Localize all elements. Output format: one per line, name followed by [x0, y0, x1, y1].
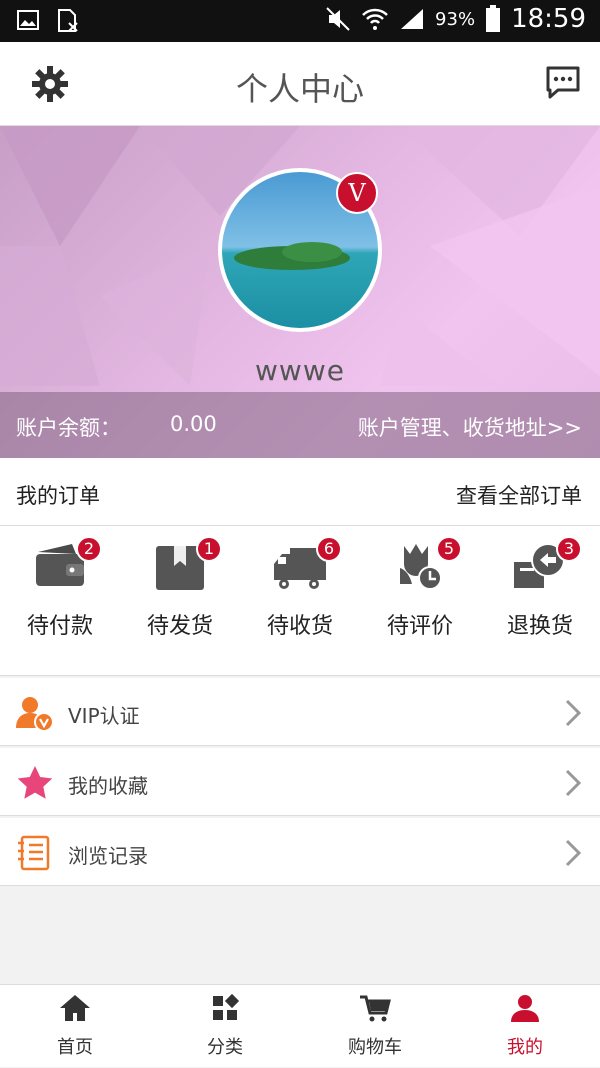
battery-icon	[486, 5, 501, 32]
order-status-label: 待付款	[26, 614, 93, 639]
bottom-tab-bar: 首页 分类 购物车 我的	[0, 984, 600, 1067]
menu-item-label: 我的收藏	[68, 774, 148, 798]
chevron-right-icon	[565, 839, 582, 867]
menu-item-label: 浏览记录	[68, 844, 148, 868]
tab-label: 我的	[507, 1037, 543, 1058]
balance-value: 0.00	[170, 412, 217, 436]
tab-cart[interactable]: 购物车	[300, 985, 450, 1068]
orders-title: 我的订单	[16, 484, 100, 508]
order-status-label: 待评价	[386, 614, 453, 639]
tab-home[interactable]: 首页	[0, 985, 150, 1068]
order-status-label: 待收货	[266, 614, 333, 639]
battery-percent: 93%	[435, 8, 476, 30]
view-all-orders-link[interactable]: 查看全部订单	[456, 480, 582, 510]
order-status-pending-receipt[interactable]: 6 待收货	[240, 536, 360, 640]
clock: 18:59	[511, 4, 586, 34]
tab-label: 首页	[57, 1037, 93, 1058]
vip-badge: V	[336, 172, 378, 214]
status-bar: 93% 18:59	[0, 0, 600, 42]
username: wwwe	[255, 354, 345, 387]
app-header: 个人中心	[0, 42, 600, 126]
star-icon	[17, 766, 53, 799]
order-count-badge: 5	[436, 536, 462, 562]
order-count-badge: 3	[556, 536, 582, 562]
menu-item-history[interactable]: 浏览记录	[0, 818, 600, 886]
wifi-icon	[362, 8, 388, 30]
gallery-icon	[17, 10, 39, 30]
home-icon	[60, 995, 90, 1021]
profile-banner: V wwwe 账户余额： 0.00 账户管理、收货地址>>	[0, 126, 600, 458]
order-status-return[interactable]: 3 退换货	[480, 536, 600, 640]
orders-header: 我的订单 查看全部订单	[0, 458, 600, 526]
order-status-pending-shipment[interactable]: 1 待发货	[120, 536, 240, 640]
order-count-badge: 1	[196, 536, 222, 562]
cart-icon	[360, 995, 391, 1022]
order-status-label: 退换货	[506, 614, 573, 639]
vip-user-icon	[16, 697, 54, 732]
order-count-badge: 6	[316, 536, 342, 562]
message-icon[interactable]	[544, 64, 582, 100]
tab-label: 分类	[207, 1037, 243, 1058]
signal-icon	[401, 9, 424, 29]
orders-section: 我的订单 查看全部订单 2 待付款 1 待发货 6 待收货 5 待评价 3 退换…	[0, 458, 600, 676]
order-status-label: 待发货	[146, 614, 213, 639]
account-manage-link[interactable]: 账户管理、收货地址>>	[358, 412, 582, 442]
tab-category[interactable]: 分类	[150, 985, 300, 1068]
order-count-badge: 2	[76, 536, 102, 562]
tab-label: 购物车	[348, 1037, 402, 1058]
order-status-pending-payment[interactable]: 2 待付款	[0, 536, 120, 640]
chevron-right-icon	[565, 699, 582, 727]
menu-item-vip[interactable]: VIP认证	[0, 678, 600, 746]
order-status-pending-review[interactable]: 5 待评价	[360, 536, 480, 640]
menu-item-label: VIP认证	[68, 704, 140, 728]
user-icon	[511, 995, 539, 1022]
chevron-right-icon	[565, 769, 582, 797]
balance-label: 账户余额：	[16, 416, 121, 440]
mute-icon	[326, 7, 350, 31]
sim-off-icon	[58, 9, 78, 32]
page-title: 个人中心	[235, 70, 364, 108]
account-bar: 账户余额： 0.00 账户管理、收货地址>>	[0, 392, 600, 458]
category-icon	[213, 993, 240, 1020]
menu-item-favorites[interactable]: 我的收藏	[0, 748, 600, 816]
history-icon	[18, 835, 50, 871]
tab-mine[interactable]: 我的	[450, 985, 600, 1068]
